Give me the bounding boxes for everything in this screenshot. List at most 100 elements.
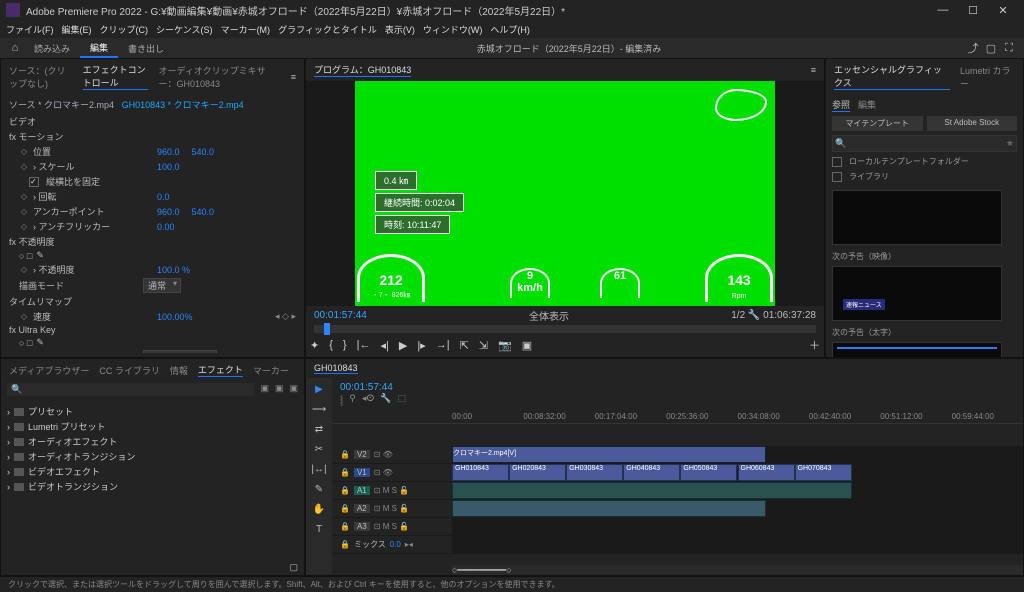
prop-opacity[interactable]: 不透明度 bbox=[39, 265, 75, 275]
tab-source[interactable]: ソース：(クリップなし) bbox=[9, 64, 73, 90]
anchor-y[interactable]: 540.0 bbox=[192, 207, 215, 217]
tab-essential-graphics[interactable]: エッセンシャルグラフィックス bbox=[834, 63, 950, 90]
tool-razor[interactable]: ✂ bbox=[315, 444, 323, 455]
anti-v[interactable]: 0.00 bbox=[157, 222, 175, 232]
eg-search[interactable]: 🔍★ bbox=[832, 135, 1017, 152]
menu-file[interactable]: ファイル(F) bbox=[6, 23, 54, 36]
speed-v[interactable]: 100.00% bbox=[157, 312, 193, 322]
tool-ripple[interactable]: ⇄ bbox=[315, 424, 323, 435]
eff-filter-icon[interactable]: ▣ bbox=[275, 383, 284, 396]
clip-v1-6[interactable]: GH060843 bbox=[738, 464, 795, 481]
home-icon[interactable]: ⌂ bbox=[6, 42, 24, 54]
close-button[interactable]: ✕ bbox=[988, 4, 1018, 17]
tree-audio-fx[interactable]: › オーディオエフェクト bbox=[7, 434, 298, 449]
fx-timemap[interactable]: タイムリマップ bbox=[9, 295, 129, 308]
eg-adobestock[interactable]: St Adobe Stock bbox=[927, 116, 1018, 131]
tab-media-browser[interactable]: メディアブラウザー bbox=[9, 364, 89, 377]
add-button-icon[interactable]: ＋ bbox=[809, 337, 820, 353]
tool-pen[interactable]: ✎ bbox=[315, 484, 323, 495]
eff-filter-icon[interactable]: ▣ bbox=[260, 383, 269, 396]
workspace-edit[interactable]: 編集 bbox=[80, 39, 118, 58]
mark-out-btn[interactable]: } bbox=[343, 339, 347, 351]
panel-menu-icon[interactable]: ≡ bbox=[291, 72, 296, 82]
maximize-button[interactable]: ☐ bbox=[958, 4, 988, 17]
menu-graphics[interactable]: グラフィックとタイトル bbox=[278, 23, 377, 36]
anchor-x[interactable]: 960.0 bbox=[157, 207, 180, 217]
extract-btn[interactable]: ⇲ bbox=[479, 339, 488, 352]
tl-snap-icon[interactable]: ⸾ bbox=[340, 393, 343, 406]
clip-a2[interactable] bbox=[452, 500, 766, 517]
clip-a1[interactable] bbox=[452, 482, 852, 499]
track-mix[interactable]: ミックス bbox=[354, 539, 386, 550]
eg-thumb[interactable]: 速報ニュース bbox=[832, 266, 1002, 321]
eg-edit[interactable]: 編集 bbox=[858, 98, 876, 112]
prop-rotation[interactable]: 回転 bbox=[39, 192, 57, 202]
menu-marker[interactable]: マーカー(M) bbox=[221, 23, 271, 36]
prop-anchor[interactable]: アンカーポイント bbox=[33, 205, 153, 218]
ultra-output[interactable]: コンポジット bbox=[143, 350, 217, 353]
share-icon[interactable]: ⤴ bbox=[964, 40, 982, 56]
scale-v[interactable]: 100.0 bbox=[157, 162, 180, 172]
new-bin-icon[interactable]: ▢ bbox=[289, 562, 298, 572]
eg-thumb[interactable] bbox=[832, 190, 1002, 245]
prop-scale[interactable]: スケール bbox=[39, 162, 75, 172]
tl-link-icon[interactable]: ⚲ bbox=[349, 393, 356, 406]
play-btn[interactable]: ▶ bbox=[399, 339, 407, 352]
prop-position[interactable]: 位置 bbox=[33, 145, 153, 158]
pos-x[interactable]: 960.0 bbox=[157, 147, 180, 157]
tree-video-trans[interactable]: › ビデオトランジション bbox=[7, 479, 298, 494]
minimize-button[interactable]: — bbox=[928, 4, 958, 16]
fx-opacity[interactable]: fx 不透明度 bbox=[9, 235, 129, 248]
track-a3[interactable]: A3 bbox=[354, 522, 370, 531]
tl-cc-icon[interactable]: ⬚ bbox=[398, 393, 407, 406]
eg-browse[interactable]: 参照 bbox=[832, 98, 850, 112]
track-a1[interactable]: A1 bbox=[354, 486, 370, 495]
tab-cc-libraries[interactable]: CC ライブラリ bbox=[99, 364, 160, 377]
clip-v1-1[interactable]: GH010843 bbox=[452, 464, 509, 481]
menu-help[interactable]: ヘルプ(H) bbox=[490, 23, 530, 36]
eg-thumb[interactable] bbox=[832, 342, 1002, 358]
add-marker-btn[interactable]: ✦ bbox=[310, 339, 319, 352]
tree-video-fx[interactable]: › ビデオエフェクト bbox=[7, 464, 298, 479]
step-fwd-btn[interactable]: |▸ bbox=[417, 339, 425, 352]
ruler-tick[interactable]: 00:00 bbox=[452, 412, 523, 421]
program-scrubber[interactable] bbox=[314, 325, 816, 333]
tree-presets[interactable]: › プリセット bbox=[7, 404, 298, 419]
track-a2[interactable]: A2 bbox=[354, 504, 370, 513]
menu-edit[interactable]: 編集(E) bbox=[62, 23, 92, 36]
menu-window[interactable]: ウィンドウ(W) bbox=[423, 23, 483, 36]
workspace-import[interactable]: 読み込み bbox=[24, 40, 80, 57]
tab-markers[interactable]: マーカー bbox=[253, 364, 289, 377]
effects-search[interactable]: 🔍 bbox=[7, 383, 254, 396]
step-back-btn[interactable]: ◂| bbox=[380, 339, 388, 352]
ultra-mask-tools[interactable]: ✎ bbox=[36, 337, 44, 348]
fullscreen-icon[interactable]: ⛶ bbox=[1000, 42, 1018, 55]
compare-btn[interactable]: ▣ bbox=[522, 339, 532, 352]
blend-select[interactable]: 通常 bbox=[143, 278, 181, 293]
menu-view[interactable]: 表示(V) bbox=[385, 23, 415, 36]
tool-selection[interactable]: ▶ bbox=[315, 384, 323, 395]
tree-lumetri[interactable]: › Lumetri プリセット bbox=[7, 419, 298, 434]
clip-v1-2[interactable]: GH020843 bbox=[509, 464, 566, 481]
tab-info[interactable]: 情報 bbox=[170, 364, 188, 377]
track-v2[interactable]: V2 bbox=[354, 450, 370, 459]
tl-zoom-scroll[interactable]: ○━━━━━━━━━○ bbox=[452, 565, 1023, 575]
mark-in-btn[interactable]: { bbox=[329, 339, 333, 351]
program-title[interactable]: プログラム：GH010843 bbox=[314, 63, 411, 77]
tab-sequence[interactable]: GH010843 bbox=[314, 363, 358, 374]
tool-hand[interactable]: ✋ bbox=[313, 504, 325, 515]
export-frame-btn[interactable]: 📷 bbox=[498, 339, 512, 352]
clip-v2[interactable]: クロマキー2.mp4[V] bbox=[452, 446, 766, 463]
workspace-export[interactable]: 書き出し bbox=[118, 40, 174, 57]
panel-icon[interactable]: ▢ bbox=[982, 42, 1000, 55]
tab-lumetri[interactable]: Lumetri カラー bbox=[960, 64, 1015, 90]
clip-v1-4[interactable]: GH040843 bbox=[623, 464, 680, 481]
tab-effect-controls[interactable]: エフェクトコントロール bbox=[83, 63, 149, 90]
resolution-select[interactable]: 1/2 bbox=[731, 310, 745, 321]
timeline-timecode[interactable]: 00:01:57:44 bbox=[340, 382, 1015, 393]
clip-v1-3[interactable]: GH030843 bbox=[566, 464, 623, 481]
clip-v1-7[interactable]: GH070843 bbox=[795, 464, 852, 481]
prop-antiflicker[interactable]: アンチフリッカー bbox=[39, 222, 111, 232]
opacity-v[interactable]: 100.0 % bbox=[157, 265, 190, 275]
eg-lib-check[interactable] bbox=[832, 172, 842, 182]
